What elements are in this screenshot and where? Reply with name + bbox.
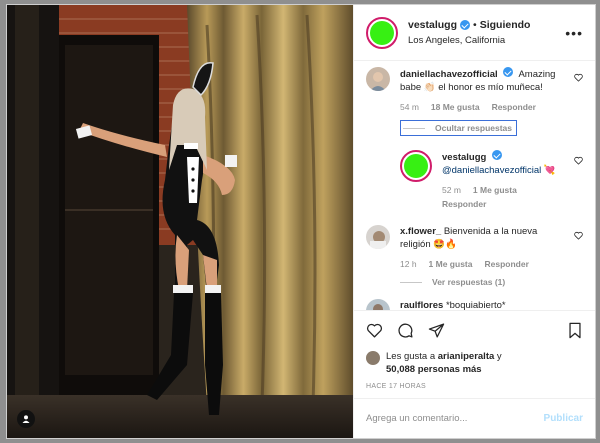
comment-icon[interactable] (397, 322, 414, 339)
comment-text: x.flower_ Bienvenida a la nueva religión… (400, 225, 569, 251)
reply-body: vestalugg @daniellachavezofficial 💘 52 m… (442, 150, 583, 209)
publish-button[interactable]: Publicar (544, 413, 583, 424)
heart-icon[interactable] (366, 322, 383, 339)
user-tag-icon[interactable] (17, 410, 35, 428)
post-header: vestalugg • Siguiendo Los Angeles, Calif… (354, 5, 595, 61)
comment-input[interactable] (366, 413, 544, 424)
comment-content: *boquiabierto* (445, 300, 506, 310)
thread-toggle-label: Ver respuestas (1) (432, 277, 506, 287)
comment-username[interactable]: daniellachavezofficial (400, 69, 498, 80)
reply-likes[interactable]: 1 Me gusta (473, 185, 517, 195)
thread-line (400, 281, 422, 283)
comment-meta: 12 h 1 Me gusta Responder (400, 259, 569, 269)
author-info: vestalugg • Siguiendo Los Angeles, Calif… (408, 18, 530, 48)
likes-summary: Les gusta a arianiperalta y 50,088 perso… (354, 350, 595, 376)
post-photo[interactable] (7, 5, 353, 438)
commenter-avatar[interactable] (366, 225, 390, 249)
comment-body: raulflores *boquiabierto* (400, 299, 583, 310)
reply-button[interactable]: Responder (442, 199, 486, 209)
reply-time[interactable]: 52 m (442, 185, 461, 195)
share-icon[interactable] (428, 322, 445, 339)
likes-prefix: Les gusta a (386, 351, 438, 362)
like-comment-heart-icon[interactable] (574, 73, 583, 82)
follow-button[interactable]: Siguiendo (480, 18, 531, 33)
comment-body: daniellachavezofficial Amazing babe 👏🏻 e… (400, 67, 583, 136)
comment-text: raulflores *boquiabierto* (400, 299, 569, 310)
comment-body: x.flower_ Bienvenida a la nueva religión… (400, 225, 583, 287)
commenter-avatar[interactable] (366, 299, 390, 310)
reply-emoji: 💘 (543, 165, 556, 176)
bookmark-icon[interactable] (567, 322, 583, 339)
comments-list[interactable]: daniellachavezofficial Amazing babe 👏🏻 e… (354, 61, 595, 310)
reply-item: vestalugg @daniellachavezofficial 💘 52 m… (400, 150, 583, 209)
photo-illustration (7, 5, 353, 438)
reply-button[interactable]: Responder (484, 259, 528, 269)
comment-item: daniellachavezofficial Amazing babe 👏🏻 e… (366, 67, 583, 136)
reply-avatar-image (404, 154, 428, 178)
comment-item: x.flower_ Bienvenida a la nueva religión… (366, 225, 583, 287)
window-frame: vestalugg • Siguiendo Los Angeles, Calif… (0, 0, 600, 443)
reply-username[interactable]: vestalugg (442, 152, 486, 163)
view-replies-button[interactable]: Ver respuestas (1) (400, 277, 569, 287)
post-actions (354, 310, 595, 350)
like-comment-heart-icon[interactable] (574, 231, 583, 240)
thread-line (403, 127, 425, 129)
header-separator: • (473, 18, 477, 31)
reply-avatar[interactable] (400, 150, 432, 182)
author-line: vestalugg • Siguiendo (408, 18, 530, 33)
reply-mention[interactable]: @daniellachavezofficial (442, 165, 541, 176)
more-options-icon[interactable]: ••• (559, 25, 583, 41)
likes-middle: y (494, 351, 502, 362)
post-side-panel: vestalugg • Siguiendo Los Angeles, Calif… (353, 5, 595, 438)
comment-likes[interactable]: 18 Me gusta (431, 102, 480, 112)
post-location[interactable]: Los Angeles, California (408, 33, 530, 48)
likes-count[interactable]: 50,088 personas más (386, 364, 482, 375)
comment-item: raulflores *boquiabierto* (366, 299, 583, 310)
comment-likes[interactable]: 1 Me gusta (429, 259, 473, 269)
comment-meta: 54 m 18 Me gusta Responder (400, 102, 569, 112)
comment-username[interactable]: x.flower_ (400, 226, 441, 237)
reply-meta-2: Responder (442, 199, 569, 209)
verified-icon (460, 20, 471, 30)
commenter-avatar[interactable] (366, 67, 390, 91)
thread-toggle-label: Ocultar respuestas (435, 123, 513, 133)
reply-button[interactable]: Responder (492, 102, 536, 112)
liker-name[interactable]: arianiperalta (438, 351, 495, 362)
liker-avatar[interactable] (366, 351, 380, 365)
comment-time[interactable]: 54 m (400, 102, 419, 112)
comment-text: daniellachavezofficial Amazing babe 👏🏻 e… (400, 67, 569, 94)
comment-username[interactable]: raulflores (400, 300, 443, 310)
reply-text: vestalugg @daniellachavezofficial 💘 (442, 150, 569, 177)
comment-composer: Publicar (354, 398, 595, 438)
verified-icon (503, 67, 514, 77)
likes-text: Les gusta a arianiperalta y 50,088 perso… (386, 350, 502, 376)
author-username[interactable]: vestalugg (408, 18, 457, 33)
comment-time[interactable]: 12 h (400, 259, 417, 269)
author-avatar[interactable] (366, 16, 398, 49)
verified-icon (492, 150, 502, 160)
author-avatar-image (370, 20, 394, 45)
post-modal: vestalugg • Siguiendo Los Angeles, Calif… (6, 4, 596, 439)
hide-replies-button[interactable]: Ocultar respuestas (400, 120, 518, 136)
like-reply-heart-icon[interactable] (574, 156, 583, 165)
reply-meta: 52 m 1 Me gusta (442, 185, 569, 195)
post-time[interactable]: HACE 17 HORAS (354, 376, 595, 390)
